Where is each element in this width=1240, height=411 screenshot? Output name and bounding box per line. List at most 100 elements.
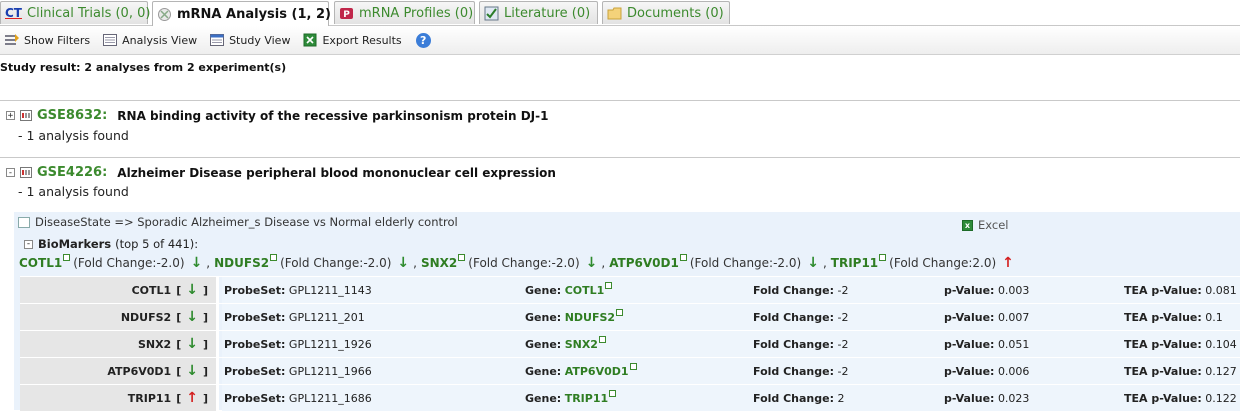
- gene-link[interactable]: TRIP11: [565, 392, 608, 405]
- row-gene-cell: TRIP11 [↑]: [20, 385, 219, 411]
- arrow-up-icon: ↑: [1002, 255, 1014, 271]
- disease-state-label[interactable]: DiseaseState => Sporadic Alzheimer_s Dis…: [35, 215, 458, 229]
- experiment-id-link[interactable]: GSE4226:: [37, 165, 107, 180]
- external-link-icon[interactable]: [598, 336, 606, 343]
- tab-mrna-analysis[interactable]: mRNA Analysis (1, 2): [152, 1, 331, 26]
- gene-label: Gene:: [525, 311, 562, 324]
- gene-link[interactable]: SNX2: [565, 338, 598, 351]
- tab-clinical-trials[interactable]: CT Clinical Trials (0, 0): [0, 1, 150, 24]
- arrow-down-icon: ↓: [186, 309, 198, 325]
- help-icon[interactable]: ?: [415, 32, 431, 48]
- pval-value: 0.003: [997, 284, 1030, 297]
- pval-label: p-Value:: [944, 338, 995, 351]
- external-link-icon[interactable]: [605, 282, 613, 289]
- probeset-value: GPL1211_201: [288, 311, 365, 324]
- analysis-count: - 1 analysis found: [18, 184, 129, 199]
- fold-value: -2: [837, 311, 849, 324]
- arrow-down-icon: ↓: [186, 282, 198, 298]
- analysis-view-icon: [102, 32, 118, 48]
- separator: ,: [413, 256, 417, 270]
- show-filters-button[interactable]: Show Filters: [0, 32, 90, 48]
- export-results-label: Export Results: [322, 33, 402, 47]
- pval-label: p-Value:: [944, 284, 995, 297]
- biomarker-gene-link[interactable]: COTL1: [19, 256, 62, 270]
- row-gene-name: COTL1: [131, 283, 172, 297]
- bracket: [: [176, 337, 182, 351]
- document-icon: [18, 216, 30, 228]
- fold-change-text: (Fold Change:2.0): [889, 256, 997, 270]
- probeset-label: ProbeSet:: [224, 311, 286, 324]
- pval-value: 0.006: [997, 365, 1030, 378]
- table-row: SNX2 [↓] ProbeSet: GPL1211_1926 Gene: SNX2 F…: [20, 330, 1240, 357]
- row-gene-cell: ATP6V0D1 [↓]: [20, 358, 219, 384]
- biomarkers-header: - BioMarkers (top 5 of 441):: [24, 237, 198, 251]
- tab-mrna-profiles[interactable]: P mRNA Profiles (0): [334, 1, 475, 24]
- experiment-id-link[interactable]: GSE8632:: [37, 108, 107, 123]
- gene-label: Gene:: [525, 365, 562, 378]
- biomarker-gene-link[interactable]: NDUFS2: [214, 256, 269, 270]
- experiment-title: RNA binding activity of the recessive pa…: [117, 108, 549, 123]
- external-link-icon[interactable]: [458, 254, 466, 261]
- gene-label: Gene:: [525, 338, 562, 351]
- external-link-icon[interactable]: [270, 254, 278, 261]
- fold-change-text: (Fold Change:-2.0): [689, 256, 802, 270]
- analysis-view-button[interactable]: Analysis View: [98, 32, 197, 48]
- show-filters-label: Show Filters: [24, 33, 91, 47]
- row-gene-cell: NDUFS2 [↓]: [20, 304, 219, 330]
- external-link-icon[interactable]: [679, 254, 687, 261]
- external-link-icon[interactable]: [879, 254, 887, 261]
- table-row: NDUFS2 [↓] ProbeSet: GPL1211_201 Gene: NDUF…: [20, 303, 1240, 330]
- tea-field: TEA p-Value: 0.104: [1124, 338, 1237, 351]
- experiment-header: + GSE8632: RNA binding activity of the r…: [6, 108, 548, 123]
- gene-link[interactable]: ATP6V0D1: [565, 365, 629, 378]
- pval-value: 0.051: [997, 338, 1030, 351]
- biomarkers-count: (top 5 of 441):: [115, 237, 199, 251]
- biomarker-gene-link[interactable]: SNX2: [421, 256, 457, 270]
- external-link-icon[interactable]: [63, 254, 71, 261]
- export-results-button[interactable]: Export Results: [298, 32, 402, 48]
- experiment-icon: [20, 110, 32, 121]
- literature-icon: [484, 6, 499, 21]
- gene-link[interactable]: NDUFS2: [565, 311, 615, 324]
- tea-label: TEA p-Value:: [1124, 392, 1202, 405]
- separator: ,: [601, 256, 606, 270]
- bracket: ]: [202, 283, 208, 297]
- pval-value: 0.023: [997, 392, 1030, 405]
- expand-icon[interactable]: +: [6, 111, 15, 121]
- excel-export-link[interactable]: x Excel: [962, 218, 1008, 232]
- tea-value: 0.104: [1205, 338, 1237, 351]
- external-link-icon[interactable]: [629, 363, 637, 370]
- row-details: ProbeSet: GPL1211_201 Gene: NDUFS2 Fold Ch…: [222, 304, 1240, 330]
- tea-field: TEA p-Value: 0.127: [1124, 365, 1237, 378]
- probeset-label: ProbeSet:: [224, 392, 286, 405]
- fold-value: -2: [837, 365, 849, 378]
- biomarker-gene-link[interactable]: ATP6V0D1: [609, 256, 679, 270]
- probeset-field: ProbeSet: GPL1211_1926: [224, 338, 372, 351]
- study-view-button[interactable]: Study View: [205, 32, 290, 48]
- tab-documents[interactable]: Documents (0): [602, 1, 730, 24]
- tea-field: TEA p-Value: 0.1: [1124, 311, 1223, 324]
- probeset-field: ProbeSet: GPL1211_1143: [224, 284, 372, 297]
- fold-field: Fold Change: -2: [753, 338, 848, 351]
- svg-text:P: P: [343, 10, 350, 20]
- bracket: [: [176, 391, 182, 405]
- row-gene-name: ATP6V0D1: [107, 364, 172, 378]
- experiment-title: Alzheimer Disease peripheral blood monon…: [117, 165, 556, 180]
- tea-value: 0.122: [1205, 392, 1237, 405]
- probeset-label: ProbeSet:: [224, 365, 286, 378]
- external-link-icon[interactable]: [616, 309, 624, 316]
- study-result-summary: Study result: 2 analyses from 2 experime…: [0, 61, 287, 74]
- fold-field: Fold Change: -2: [753, 284, 848, 297]
- gene-link[interactable]: COTL1: [565, 284, 605, 297]
- external-link-icon[interactable]: [609, 390, 617, 397]
- gene-label: Gene:: [525, 392, 562, 405]
- collapse-icon[interactable]: -: [24, 239, 33, 249]
- experiment-header: - GSE4226: Alzheimer Disease peripheral …: [6, 165, 556, 180]
- tab-literature[interactable]: Literature (0): [479, 1, 598, 24]
- tea-value: 0.081: [1205, 284, 1237, 297]
- probeset-value: GPL1211_1143: [288, 284, 372, 297]
- collapse-icon[interactable]: -: [6, 168, 15, 178]
- tea-label: TEA p-Value:: [1124, 338, 1202, 351]
- fold-value: 2: [837, 392, 845, 405]
- biomarker-gene-link[interactable]: TRIP11: [831, 256, 878, 270]
